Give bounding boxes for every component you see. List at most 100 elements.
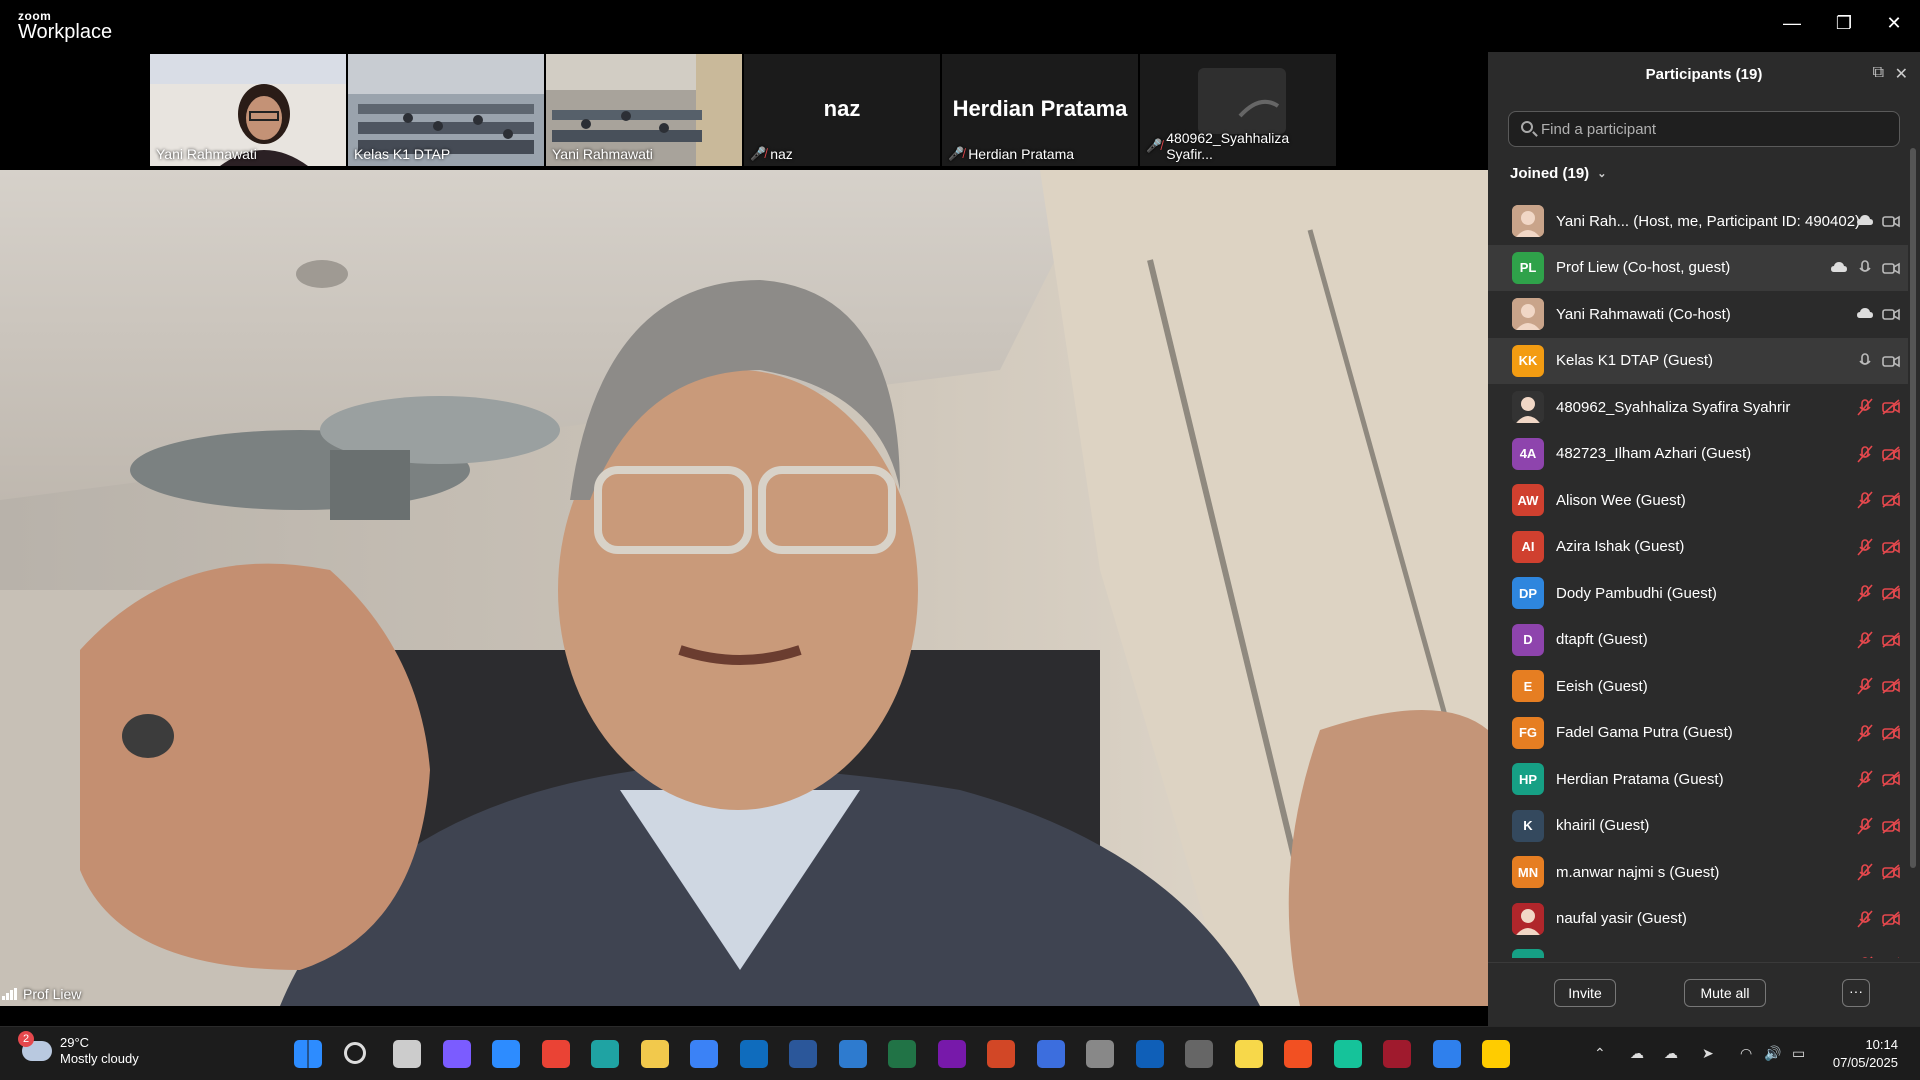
video-off-icon[interactable] (1882, 724, 1900, 742)
mendeley-icon[interactable] (1383, 1040, 1411, 1068)
photos-icon[interactable] (1036, 1040, 1065, 1068)
onedrive-business-icon[interactable]: ☁ (1664, 1045, 1678, 1062)
thumbnail-tile[interactable]: naz 🎤̸ naz (744, 54, 940, 166)
mic-off-icon[interactable] (1856, 631, 1874, 649)
volume-icon[interactable]: 🔊 (1764, 1045, 1781, 1062)
participant-row[interactable]: HP Herdian Pratama (Guest) (1488, 756, 1908, 803)
windows-start-icon[interactable] (294, 1040, 322, 1068)
mic-off-icon[interactable] (1856, 584, 1874, 602)
restore-button[interactable]: ❐ (1826, 8, 1862, 38)
video-icon[interactable] (1882, 259, 1900, 277)
mail-icon[interactable] (1135, 1040, 1164, 1068)
mic-off-icon[interactable] (1856, 863, 1874, 881)
task-view-icon[interactable] (393, 1040, 421, 1068)
video-off-icon[interactable] (1882, 677, 1900, 695)
onedrive-icon[interactable]: ☁ (1630, 1045, 1644, 1062)
chrome-icon[interactable] (541, 1040, 570, 1068)
thumbnail-tile[interactable]: Yani Rahmawati (546, 54, 742, 166)
thumbnail-tile[interactable]: 🎤̸ 480962_Syahhaliza Syafir... (1140, 54, 1336, 166)
close-panel-icon[interactable]: ✕ (1895, 64, 1908, 84)
search-icon[interactable] (343, 1042, 366, 1064)
mic-off-icon[interactable] (1856, 398, 1874, 416)
todo-icon[interactable] (690, 1040, 718, 1068)
participant-row[interactable]: KK Kelas K1 DTAP (Guest) (1488, 337, 1908, 384)
minimize-button[interactable]: — (1774, 8, 1810, 38)
search-input[interactable] (1541, 112, 1891, 146)
scrollbar[interactable] (1910, 148, 1916, 868)
word-icon[interactable] (789, 1040, 817, 1068)
mic-off-icon[interactable] (1856, 445, 1874, 463)
mic-off-icon[interactable] (1856, 817, 1874, 835)
file-explorer-icon[interactable] (640, 1040, 669, 1068)
outlook-icon[interactable] (739, 1040, 768, 1068)
location-icon[interactable]: ➤ (1702, 1045, 1714, 1062)
participant-row[interactable]: 480962_Syahhaliza Syafira Syahrir (1488, 384, 1908, 431)
participant-search[interactable] (1508, 111, 1900, 147)
participant-row[interactable]: MN m.anwar najmi s (Guest) (1488, 849, 1908, 896)
close-button[interactable]: ✕ (1876, 8, 1912, 38)
edge-icon[interactable] (591, 1040, 619, 1068)
system-clock[interactable]: 10:14 07/05/2025 (1833, 1036, 1898, 1072)
video-off-icon[interactable] (1882, 631, 1900, 649)
paint-icon[interactable] (1284, 1040, 1312, 1068)
video-off-icon[interactable] (1882, 491, 1900, 509)
mic-off-icon[interactable] (1856, 491, 1874, 509)
mic-off-icon[interactable] (1856, 724, 1874, 742)
video-off-icon[interactable] (1882, 817, 1900, 835)
camera-icon[interactable] (1086, 1040, 1114, 1068)
grammarly-icon[interactable] (1333, 1040, 1362, 1068)
participant-row[interactable]: PL Prof Liew (Co-host, guest) (1488, 244, 1908, 291)
participant-row[interactable]: Kkhairil (Guest) (1488, 803, 1908, 850)
participant-row[interactable]: AI Azira Ishak (Guest) (1488, 524, 1908, 571)
link-icon[interactable] (1432, 1040, 1461, 1068)
video-off-icon[interactable] (1882, 910, 1900, 928)
mic-icon[interactable] (1856, 352, 1874, 370)
video-off-icon[interactable] (1882, 770, 1900, 788)
mic-off-icon[interactable] (1856, 538, 1874, 556)
thumbnail-tile[interactable]: Herdian Pratama 🎤̸ Herdian Pratama (942, 54, 1138, 166)
mic-off-icon[interactable] (1856, 956, 1874, 958)
participant-row[interactable]: 4A 482723_Ilham Azhari (Guest) (1488, 431, 1908, 478)
participant-row[interactable]: E Eeish (Guest) (1488, 663, 1908, 710)
thumbnail-tile[interactable]: Kelas K1 DTAP (348, 54, 544, 166)
sticky-notes-icon[interactable] (1234, 1040, 1263, 1068)
invite-button[interactable]: Invite (1554, 979, 1616, 1007)
zoom-icon[interactable] (492, 1040, 520, 1068)
show-hidden-icons[interactable]: ⌃ (1594, 1045, 1606, 1062)
participant-row[interactable]: naufal yasir (Guest) (1488, 896, 1908, 943)
powerpoint-icon[interactable] (987, 1040, 1015, 1068)
video-icon[interactable] (1882, 305, 1900, 323)
participant-row[interactable]: DP Dody Pambudhi (Guest) (1488, 570, 1908, 617)
onenote-icon[interactable] (937, 1040, 966, 1068)
participant-row[interactable]: AW Alison Wee (Guest) (1488, 477, 1908, 524)
more-options-button[interactable]: ··· (1842, 979, 1870, 1007)
calculator-icon[interactable] (1185, 1040, 1213, 1068)
notes-icon[interactable] (1482, 1040, 1510, 1068)
mic-off-icon[interactable] (1856, 770, 1874, 788)
pop-out-icon[interactable]: ⧉ (1873, 64, 1884, 82)
wifi-icon[interactable]: ◠ (1740, 1045, 1752, 1062)
mic-off-icon[interactable] (1856, 677, 1874, 695)
participant-row[interactable]: Nnaz (Guest) (1488, 942, 1908, 958)
thumbnail-tile[interactable]: Yani Rahmawati (150, 54, 346, 166)
joined-section-header[interactable]: Joined (19) ⌄ (1510, 165, 1606, 182)
mic-off-icon[interactable] (1856, 910, 1874, 928)
video-icon[interactable] (1882, 212, 1900, 230)
participant-row[interactable]: FG Fadel Gama Putra (Guest) (1488, 710, 1908, 757)
video-off-icon[interactable] (1882, 445, 1900, 463)
participant-row[interactable]: Yani Rah... (Host, me, Participant ID: 4… (1488, 198, 1908, 245)
video-off-icon[interactable] (1882, 584, 1900, 602)
video-icon[interactable] (1882, 352, 1900, 370)
video-off-icon[interactable] (1882, 956, 1900, 958)
weather-widget[interactable]: 2 29°C Mostly cloudy (18, 1031, 139, 1067)
excel-icon[interactable] (888, 1040, 916, 1068)
video-off-icon[interactable] (1882, 398, 1900, 416)
video-off-icon[interactable] (1882, 863, 1900, 881)
participant-row[interactable]: Yani Rahmawati (Co-host) (1488, 291, 1908, 338)
remote-desktop-icon[interactable] (838, 1040, 867, 1068)
copilot-icon[interactable] (442, 1040, 471, 1068)
mute-all-button[interactable]: Mute all (1684, 979, 1766, 1007)
mic-icon[interactable] (1856, 259, 1874, 277)
video-off-icon[interactable] (1882, 538, 1900, 556)
participant-row[interactable]: Ddtapft (Guest) (1488, 617, 1908, 664)
